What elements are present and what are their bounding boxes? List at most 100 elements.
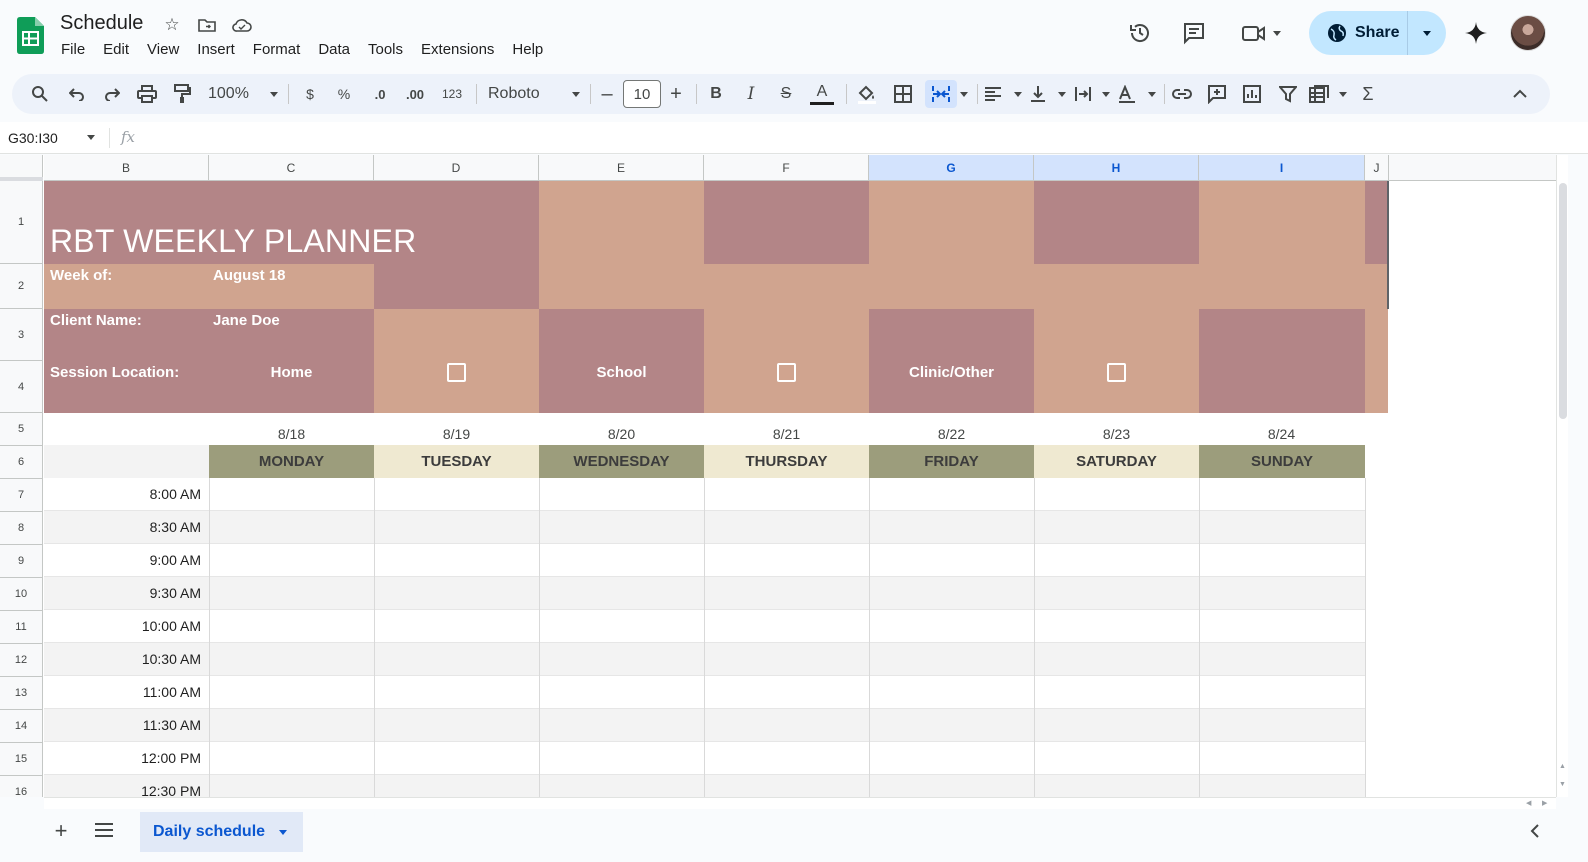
banner-cell[interactable] [704, 181, 869, 264]
increase-decimal-button[interactable]: .00 [401, 80, 429, 108]
sidebar-toggle-icon[interactable] [1530, 824, 1540, 843]
sheet-tab-daily-schedule[interactable]: Daily schedule [140, 812, 303, 852]
formula-input[interactable] [150, 126, 1550, 150]
column-header-d[interactable]: D [374, 155, 539, 181]
menu-insert[interactable]: Insert [188, 40, 244, 60]
row-header-13[interactable]: 13 [0, 677, 43, 710]
clinic-other-checkbox[interactable] [1107, 363, 1126, 382]
column-header-g[interactable]: G [869, 155, 1034, 181]
location-check-cell[interactable] [704, 309, 869, 413]
column-header-i[interactable]: I [1199, 155, 1365, 181]
row-header-4[interactable]: 4 [0, 361, 43, 413]
sheet-tab-dropdown-icon[interactable] [279, 829, 288, 835]
scroll-right-icon[interactable]: ▶ [1542, 799, 1547, 807]
search-menus-icon[interactable] [28, 80, 52, 108]
day-header-tuesday[interactable]: TUESDAY [374, 445, 539, 478]
location-cell[interactable] [539, 309, 704, 413]
location-cell[interactable] [1199, 309, 1365, 413]
merge-cells-icon[interactable] [925, 80, 957, 108]
share-dropdown[interactable] [1408, 11, 1446, 55]
borders-icon[interactable] [891, 80, 915, 108]
day-header-monday[interactable]: MONDAY [209, 445, 374, 478]
menu-view[interactable]: View [138, 40, 188, 60]
sheets-logo-icon[interactable] [17, 17, 44, 54]
star-icon[interactable]: ☆ [161, 14, 183, 36]
menu-file[interactable]: File [52, 40, 94, 60]
merge-cells-dropdown[interactable] [958, 80, 970, 108]
horizontal-scrollbar[interactable]: ◀ ▶ [44, 797, 1556, 809]
menu-help[interactable]: Help [503, 40, 552, 60]
vertical-scrollbar[interactable]: ▲ ▼ [1556, 155, 1568, 797]
horizontal-align-icon[interactable] [984, 80, 1022, 108]
location-check-cell[interactable] [1034, 309, 1199, 413]
home-checkbox[interactable] [447, 363, 466, 382]
menu-extensions[interactable]: Extensions [412, 40, 503, 60]
more-formats-button[interactable]: 123 [438, 80, 466, 108]
scroll-up-icon[interactable]: ▲ [1559, 763, 1566, 770]
comments-icon[interactable] [1179, 18, 1209, 48]
row-header-6[interactable]: 6 [0, 446, 43, 479]
row-header-10[interactable]: 10 [0, 578, 43, 611]
select-all-corner[interactable] [0, 155, 43, 181]
row-header-3[interactable]: 3 [0, 309, 43, 361]
document-title[interactable]: Schedule [60, 12, 143, 35]
italic-button[interactable]: I [741, 80, 761, 108]
vertical-align-icon[interactable] [1030, 80, 1066, 108]
text-rotation-icon[interactable] [1118, 80, 1156, 108]
insert-chart-icon[interactable] [1240, 80, 1264, 108]
undo-icon[interactable] [65, 80, 89, 108]
name-box[interactable]: G30:I30 [8, 130, 58, 146]
functions-button[interactable]: Σ [1358, 80, 1378, 108]
account-avatar[interactable] [1510, 15, 1546, 51]
row-header-1[interactable]: 1 [0, 181, 43, 264]
day-header-blank[interactable] [44, 445, 209, 478]
vertical-scroll-thumb[interactable] [1559, 183, 1567, 419]
version-history-icon[interactable] [1125, 18, 1155, 48]
column-header-c[interactable]: C [209, 155, 374, 181]
day-header-sunday[interactable]: SUNDAY [1199, 445, 1365, 478]
move-folder-icon[interactable] [196, 14, 218, 36]
row-header-8[interactable]: 8 [0, 512, 43, 545]
row-header-9[interactable]: 9 [0, 545, 43, 578]
collapse-menus-icon[interactable] [1508, 80, 1532, 108]
banner-cell[interactable] [539, 181, 704, 264]
row-header-16[interactable]: 16 [0, 776, 43, 797]
row-header-7[interactable]: 7 [0, 479, 43, 512]
menu-data[interactable]: Data [309, 40, 359, 60]
banner-cell[interactable] [1199, 181, 1365, 264]
row-header-2[interactable]: 2 [0, 264, 43, 309]
gemini-sparkle-icon[interactable] [1461, 18, 1491, 48]
bold-button[interactable]: B [706, 80, 726, 108]
column-header-f[interactable]: F [704, 155, 869, 181]
row-header-11[interactable]: 11 [0, 611, 43, 644]
school-checkbox[interactable] [777, 363, 796, 382]
decrease-font-size-button[interactable]: – [597, 80, 617, 108]
text-color-button[interactable]: A [809, 80, 835, 108]
add-sheet-icon[interactable]: + [50, 820, 72, 842]
increase-font-size-button[interactable]: + [666, 80, 686, 108]
day-header-thursday[interactable]: THURSDAY [704, 445, 869, 478]
row-header-15[interactable]: 15 [0, 743, 43, 776]
menu-edit[interactable]: Edit [94, 40, 138, 60]
cloud-saved-icon[interactable] [231, 14, 253, 36]
location-check-cell[interactable] [374, 309, 539, 413]
week-row-cell[interactable] [539, 264, 1388, 309]
filter-icon[interactable] [1276, 80, 1300, 108]
font-family-select[interactable]: Roboto [488, 80, 580, 108]
banner-cell[interactable] [869, 181, 1034, 264]
row-header-14[interactable]: 14 [0, 710, 43, 743]
location-cell[interactable] [869, 309, 1034, 413]
paint-format-icon[interactable] [170, 80, 194, 108]
meet-icon[interactable] [1238, 18, 1284, 48]
location-cell[interactable] [1365, 309, 1388, 413]
strikethrough-button[interactable]: S [776, 80, 796, 108]
filter-views-icon[interactable] [1309, 80, 1347, 108]
scroll-down-icon[interactable]: ▼ [1559, 781, 1566, 788]
week-row-cell[interactable] [374, 264, 539, 309]
column-header-h[interactable]: H [1034, 155, 1199, 181]
text-wrapping-icon[interactable] [1074, 80, 1110, 108]
font-size-input[interactable]: 10 [623, 80, 661, 108]
row-header-12[interactable]: 12 [0, 644, 43, 677]
column-header-e[interactable]: E [539, 155, 704, 181]
row-header-5[interactable]: 5 [0, 413, 43, 446]
